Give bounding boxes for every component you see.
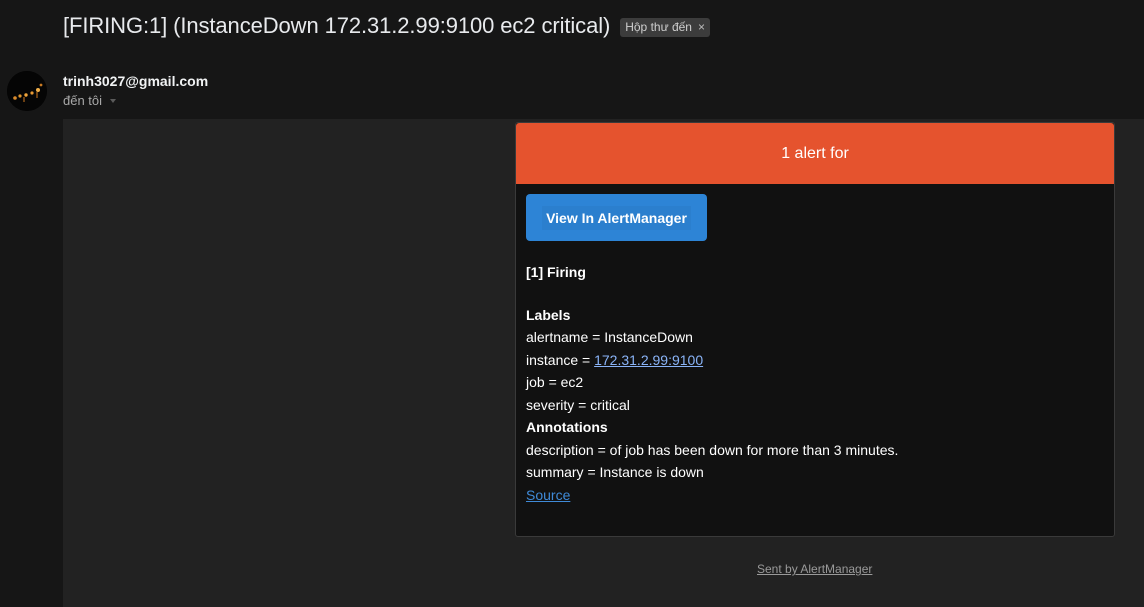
alert-header: 1 alert for [516,123,1114,184]
label-instance: instance = 172.31.2.99:9100 [526,349,1104,372]
source-line: Source [526,484,1104,507]
annotation-summary: summary = Instance is down [526,464,704,480]
chevron-down-icon[interactable] [110,99,117,103]
annotations-heading: Annotations [526,419,608,435]
label-instance-prefix: instance = [526,351,595,368]
labels-heading: Labels [526,306,571,323]
close-icon[interactable]: × [698,20,705,35]
email-subject: [FIRING:1] (InstanceDown 172.31.2.99:910… [63,13,611,38]
view-button-label: View In AlertManager [542,205,691,230]
instance-link[interactable]: 172.31.2.99:9100 [594,352,703,368]
avatar-image [7,71,47,111]
annotation-description: description = of job has been down for m… [526,441,899,458]
email-view: [FIRING:1] (InstanceDown 172.31.2.99:910… [0,0,1144,607]
view-in-alertmanager-button[interactable]: View In AlertManager [526,194,707,241]
label-job: job = ec2 [526,374,584,390]
alert-card: 1 alert for View In AlertManager [1] Fir… [515,122,1115,537]
recipient-row[interactable]: đến tôi [63,93,117,108]
label-chip-text: Hộp thư đến [625,19,692,34]
label-chip-inbox[interactable]: Hộp thư đến × [620,17,710,37]
recipient-text: đến tôi [63,93,103,108]
label-alertname: alertname = InstanceDown [526,329,693,345]
source-link[interactable]: Source [526,487,570,503]
alert-content: View In AlertManager [1] Firing Labels a… [516,184,1114,506]
sender-name[interactable]: trinh3027@gmail.com [63,73,208,89]
label-severity: severity = critical [526,396,630,413]
avatar[interactable] [7,71,47,111]
sent-by-alertmanager-link[interactable]: Sent by AlertManager [757,562,872,576]
subject-row: [FIRING:1] (InstanceDown 172.31.2.99:910… [63,13,710,39]
firing-title: [1] Firing [526,264,586,280]
